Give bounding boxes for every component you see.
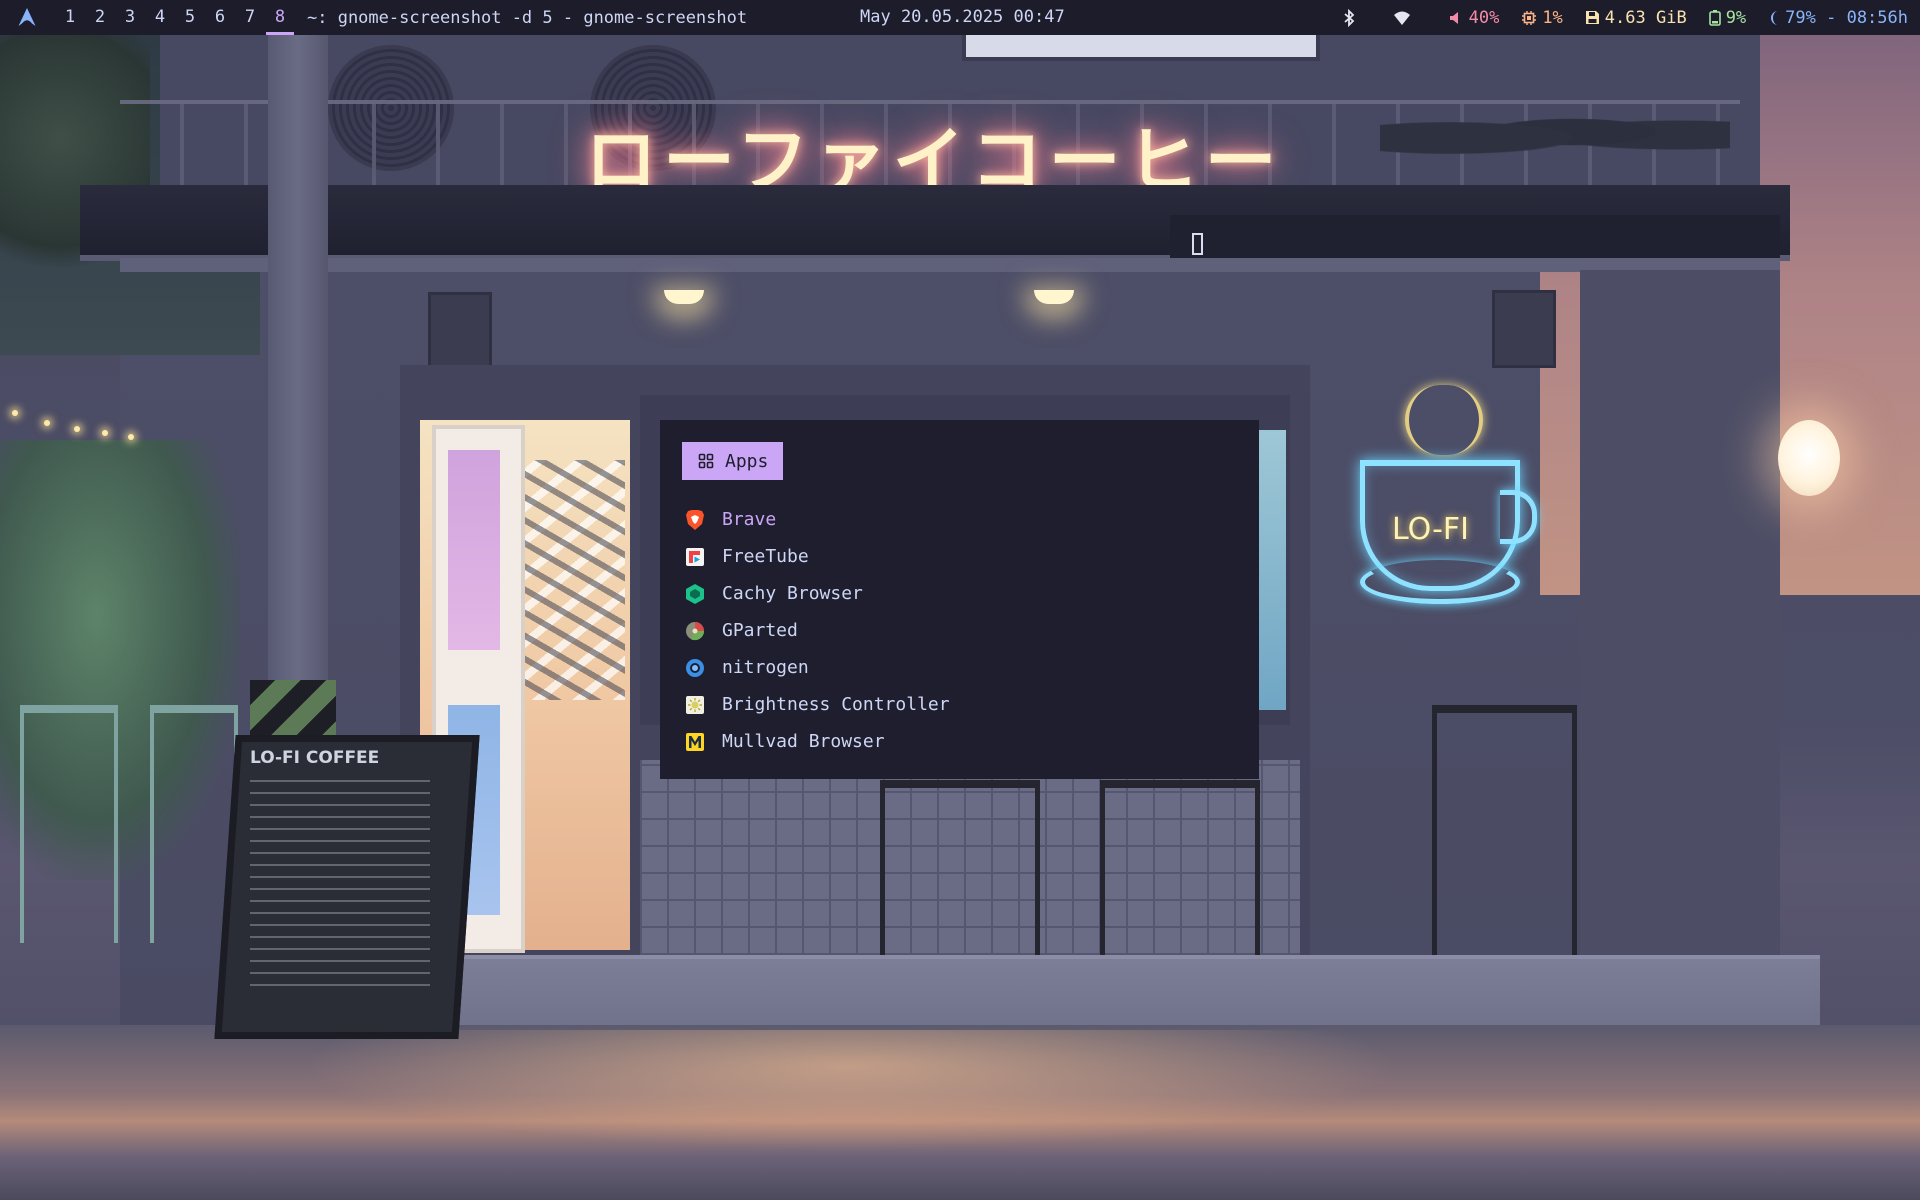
gparted-icon	[684, 620, 706, 642]
battery-value: 9%	[1725, 7, 1747, 28]
window-title: ~: gnome-screenshot -d 5 - gnome-screens…	[307, 7, 748, 28]
app-label: Mullvad Browser	[722, 731, 885, 752]
speaker	[1492, 290, 1556, 368]
app-item-freetube[interactable]: FreeTube	[684, 538, 950, 575]
app-label: GParted	[722, 620, 798, 641]
wifi-icon	[1393, 11, 1410, 25]
app-label: FreeTube	[722, 546, 809, 567]
neon-cup-text: LO-FI	[1392, 512, 1470, 547]
chair	[20, 705, 118, 943]
app-label: Brightness Controller	[722, 694, 950, 715]
neon-steam	[1405, 385, 1483, 455]
app-launcher: Apps Brave FreeTube Cachy Browser GParte…	[660, 420, 1259, 779]
volume-icon	[1449, 11, 1458, 24]
arch-logo-icon[interactable]	[17, 7, 39, 29]
board-menu-text	[250, 780, 430, 990]
bluetooth-icon	[1344, 8, 1354, 27]
mode-label: Apps	[725, 450, 769, 472]
globe-lamp	[1778, 420, 1840, 496]
stool	[880, 780, 1040, 968]
grid-icon	[698, 453, 714, 469]
cpu-module[interactable]: 1%	[1521, 7, 1563, 28]
window-light	[1256, 430, 1286, 710]
cpu-value: 1%	[1542, 7, 1563, 28]
upper-window	[962, 35, 1320, 61]
nitrogen-icon	[684, 657, 706, 679]
bluetooth-module[interactable]	[1342, 8, 1361, 27]
brightness-icon	[1771, 10, 1779, 25]
balcony-plants	[1380, 102, 1730, 162]
photo-wall	[510, 460, 625, 700]
workspace-list: 1 2 3 4 5 6 7 8	[55, 0, 295, 35]
brightness-module[interactable]: 79% - 08:56h	[1768, 8, 1908, 28]
battery-module[interactable]: 9%	[1708, 7, 1747, 28]
workspace-2[interactable]: 2	[85, 0, 115, 35]
stool	[1100, 780, 1260, 968]
light-reflection	[300, 1030, 1400, 1150]
app-item-nitrogen[interactable]: nitrogen	[684, 649, 950, 686]
stool	[1432, 705, 1577, 973]
app-item-gparted[interactable]: GParted	[684, 612, 950, 649]
mullvad-icon	[684, 731, 706, 753]
workspace-1[interactable]: 1	[55, 0, 85, 35]
app-item-brave[interactable]: Brave	[684, 501, 950, 538]
memory-module[interactable]: 4.63 GiB	[1585, 8, 1687, 28]
brightness-icon	[684, 694, 706, 716]
brightness-time-value: 79% - 08:56h	[1785, 7, 1908, 28]
app-list: Brave FreeTube Cachy Browser GParted nit…	[684, 501, 950, 760]
volume-module[interactable]: 40%	[1448, 7, 1500, 28]
fairy-light	[102, 430, 108, 436]
battery-icon	[1708, 9, 1721, 26]
cpu-icon	[1522, 10, 1537, 25]
app-item-brightness-controller[interactable]: Brightness Controller	[684, 686, 950, 723]
workspace-6[interactable]: 6	[205, 0, 235, 35]
pipe	[120, 258, 1780, 272]
status-modules: 40% 1% 4.63 GiB 9% 79% - 08:56h	[1320, 0, 1908, 35]
speaker	[428, 292, 492, 370]
app-item-cachy-browser[interactable]: Cachy Browser	[684, 575, 950, 612]
clock[interactable]: May 20.05.2025 00:47	[860, 0, 1065, 35]
mode-apps-button[interactable]: Apps	[682, 442, 784, 480]
freetube-icon	[684, 546, 706, 568]
brave-icon	[684, 509, 706, 531]
volume-value: 40%	[1468, 7, 1500, 28]
app-label: Brave	[722, 509, 777, 530]
board-title: LO-FI COFFEE	[250, 748, 380, 768]
door-glass	[448, 450, 500, 650]
workspace-4[interactable]: 4	[145, 0, 175, 35]
fairy-light	[74, 426, 80, 432]
app-item-mullvad-browser[interactable]: Mullvad Browser	[684, 723, 950, 760]
fairy-light	[128, 434, 134, 440]
app-label: nitrogen	[722, 657, 809, 678]
memory-icon	[1585, 11, 1599, 24]
memory-value: 4.63 GiB	[1604, 7, 1687, 28]
fairy-light	[12, 410, 18, 416]
workspace-7[interactable]: 7	[235, 0, 265, 35]
app-label: Cachy Browser	[722, 583, 863, 604]
right-wall	[1580, 270, 1780, 970]
neon-saucer	[1360, 560, 1520, 604]
workspace-3[interactable]: 3	[115, 0, 145, 35]
fairy-light	[44, 420, 50, 426]
workspace-5[interactable]: 5	[175, 0, 205, 35]
wifi-module[interactable]	[1393, 10, 1416, 26]
top-bar: 1 2 3 4 5 6 7 8 ~: gnome-screenshot -d 5…	[0, 0, 1920, 35]
workspace-8[interactable]: 8	[265, 0, 295, 35]
mouse-cursor	[1192, 233, 1203, 255]
cachy-browser-icon	[684, 583, 706, 605]
